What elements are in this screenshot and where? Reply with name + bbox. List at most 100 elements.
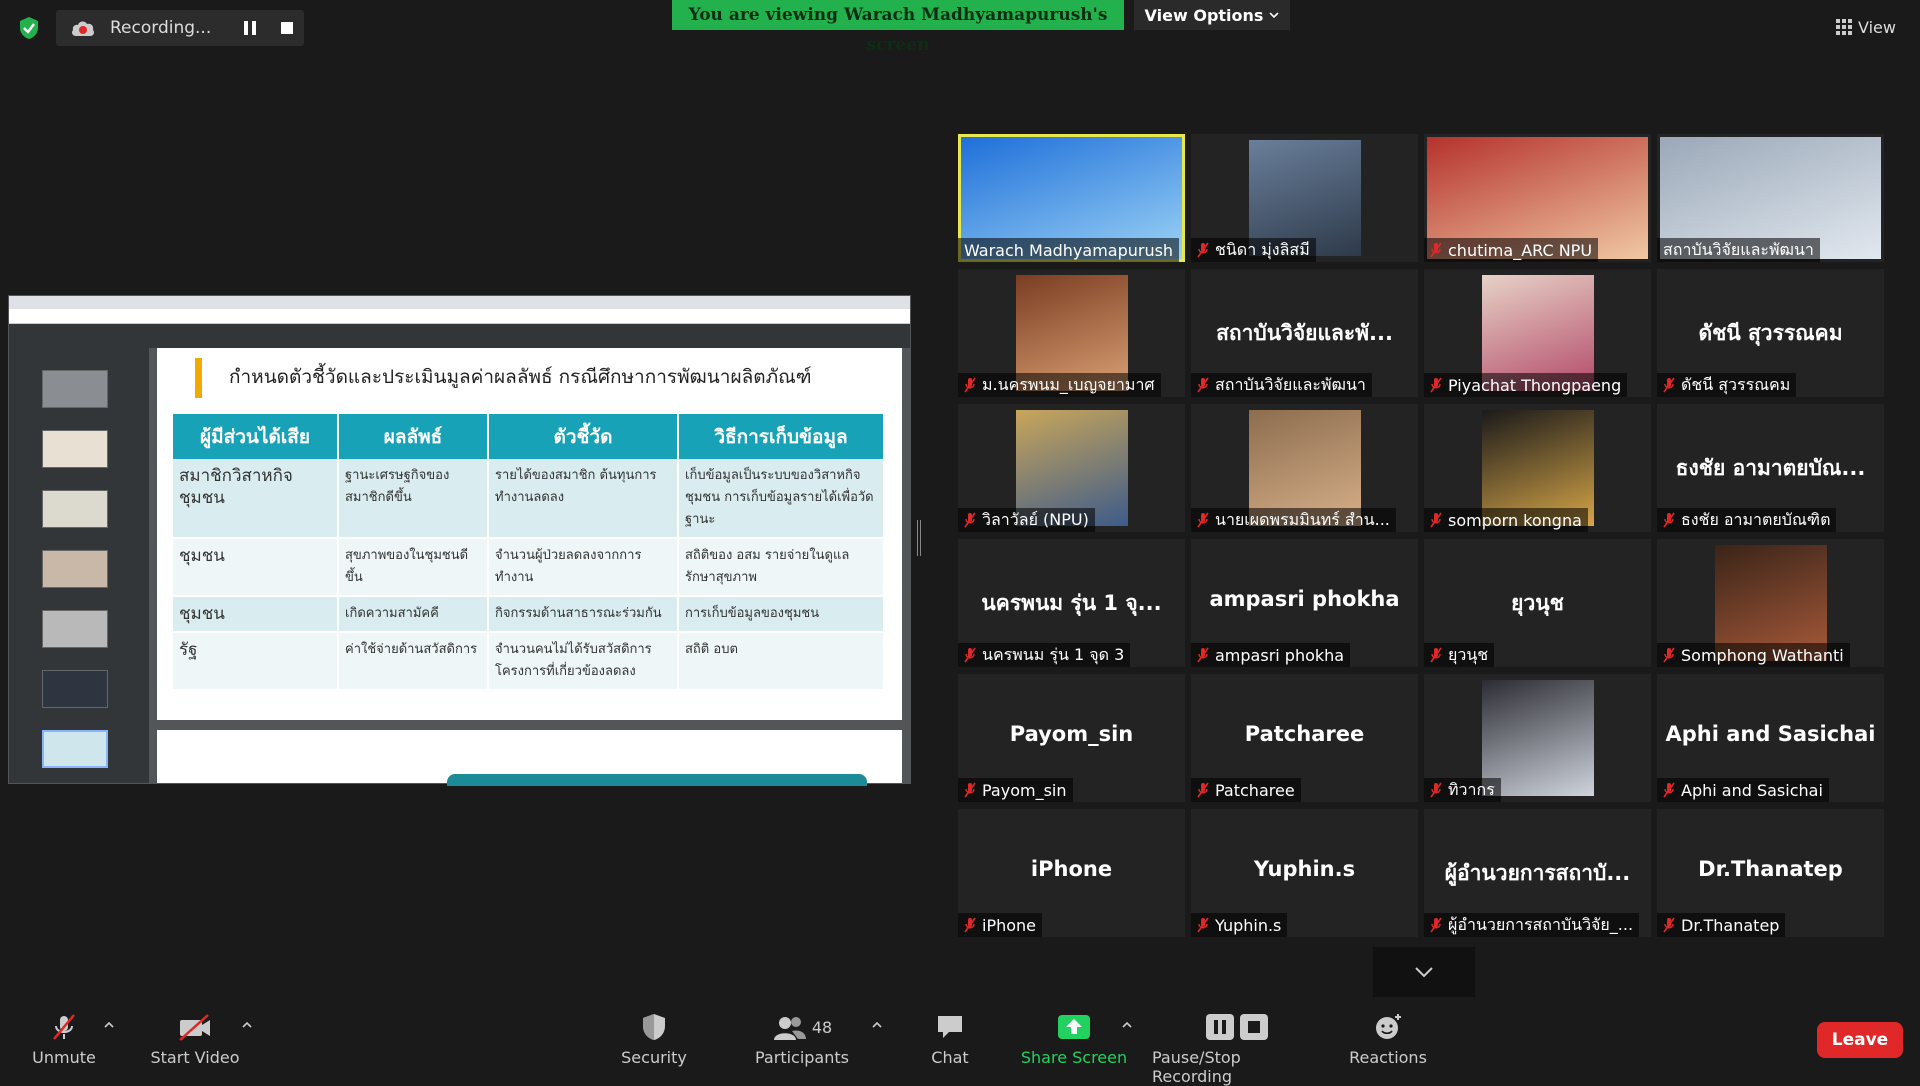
- chat-button[interactable]: Chat: [930, 1012, 970, 1072]
- share-screen-button[interactable]: Share Screen: [1020, 1012, 1128, 1072]
- chevron-down-icon: [1269, 12, 1280, 19]
- participant-tile[interactable]: ทิวากร: [1424, 674, 1651, 802]
- participant-tile[interactable]: ดัชนี สุวรรณคม ดัชนี สุวรรณคม: [1657, 269, 1884, 397]
- participant-tile[interactable]: ธงชัย อามาตยบัณ... ธงชัย อามาตยบัณฑิต: [1657, 404, 1884, 532]
- video-camera-off-icon: [179, 1014, 210, 1041]
- participant-gallery: Warach Madhyamapurush ชนิดา มุ่งลิสมี chut…: [958, 134, 1888, 939]
- participant-tile[interactable]: สถาบันวิจัยและพั... สถาบันวิจัยและพัฒนา: [1191, 269, 1418, 397]
- smiley-reaction-icon: [1376, 1014, 1401, 1039]
- slide-page: กำหนดตัวชี้วัดและประเมินมูลค่าผลลัพธ์ กร…: [157, 348, 902, 720]
- participant-tile[interactable]: Patcharee Patcharee: [1191, 674, 1418, 802]
- share-options-caret-icon[interactable]: [1122, 1020, 1132, 1030]
- participant-tile[interactable]: ม.นครพนม_เบญจยามาศ: [958, 269, 1185, 397]
- slide-table: ผู้มีส่วนได้เสีย ผลลัพธ์ ตัวชี้วัด วิธีก…: [173, 414, 885, 691]
- participants-button[interactable]: 48 Participants: [752, 1012, 852, 1072]
- participant-name: สถาบันวิจัยและพัฒนา: [1215, 374, 1366, 394]
- muted-microphone-icon: [1197, 782, 1209, 798]
- table-row: ชุมชน สุขภาพของในชุมชนดีขึ้น จำนวนผู้ป่ว…: [173, 538, 885, 597]
- participant-tile[interactable]: นายเผดพรมมินทร์ สำน...: [1191, 404, 1418, 532]
- participant-tile[interactable]: chutima_ARC NPU: [1424, 134, 1651, 262]
- participant-name-label: Payom_sin: [958, 778, 1073, 802]
- pause-recording-button[interactable]: [244, 21, 258, 35]
- participant-name: iPhone: [982, 915, 1037, 935]
- recording-indicator: Recording...: [56, 10, 304, 46]
- participant-tile[interactable]: Aphi and Sasichai Aphi and Sasichai: [1657, 674, 1884, 802]
- shared-screen: กำหนดตัวชี้วัดและประเมินมูลค่าผลลัพธ์ กร…: [8, 295, 911, 786]
- participant-tile[interactable]: สถาบันวิจัยและพัฒนา: [1657, 134, 1884, 262]
- meeting-top-bar: Recording... You are viewing Warach Madh…: [0, 0, 1920, 56]
- participant-tile[interactable]: วิลาวัลย์ (NPU): [958, 404, 1185, 532]
- participants-label: Participants: [755, 1048, 849, 1067]
- participant-tile[interactable]: ผู้อำนวยการสถาบั... ผู้อำนวยการสถาบันวิจั…: [1424, 809, 1651, 937]
- participant-tile[interactable]: ampasri phokha ampasri phokha: [1191, 539, 1418, 667]
- pause-stop-recording-label: Pause/Stop Recording: [1152, 1048, 1241, 1086]
- participant-name-label: นายเผดพรมมินทร์ สำน...: [1191, 508, 1396, 532]
- table-cell: จำนวนผู้ป่วยลดลงจากการทำงาน: [488, 538, 679, 597]
- participant-tile[interactable]: Piyachat Thongpaeng: [1424, 269, 1651, 397]
- participant-name: นครพนม รุ่น 1 จุด 3: [982, 644, 1125, 664]
- encryption-shield-icon[interactable]: [18, 16, 40, 40]
- table-header: วิธีการเก็บข้อมูล: [678, 414, 885, 459]
- gallery-next-page-button[interactable]: [1373, 947, 1475, 997]
- audio-options-caret-icon[interactable]: [104, 1020, 114, 1030]
- muted-microphone-icon: [964, 782, 976, 798]
- participant-tile[interactable]: Dr.Thanatep Dr.Thanatep: [1657, 809, 1884, 937]
- muted-microphone-icon: [1430, 782, 1442, 798]
- muted-microphone-icon: [1430, 917, 1442, 933]
- pdf-thumbnail: [42, 370, 108, 408]
- participant-tile[interactable]: นครพนม รุ่น 1 จุ... นครพนม รุ่น 1 จุด 3: [958, 539, 1185, 667]
- muted-microphone-icon: [1430, 647, 1442, 663]
- split-view-handle[interactable]: [917, 520, 921, 556]
- participant-display-name: ดัชนี สุวรรณคม: [1698, 321, 1843, 345]
- participant-tile[interactable]: ชนิดา มุ่งลิสมี: [1191, 134, 1418, 262]
- grid-icon: [1836, 19, 1852, 35]
- participants-options-caret-icon[interactable]: [872, 1020, 882, 1030]
- view-label: View: [1858, 17, 1896, 37]
- pause-stop-recording-button[interactable]: Pause/Stop Recording: [1152, 1012, 1322, 1086]
- leave-meeting-button[interactable]: Leave: [1817, 1022, 1903, 1058]
- table-header: ผลลัพธ์: [338, 414, 489, 459]
- participant-tile[interactable]: Payom_sin Payom_sin: [958, 674, 1185, 802]
- participant-tile[interactable]: Somphong Wathanti: [1657, 539, 1884, 667]
- participant-name: ampasri phokha: [1215, 645, 1345, 665]
- participant-display-name: สถาบันวิจัยและพั...: [1216, 321, 1393, 345]
- chat-bubble-icon: [938, 1016, 962, 1038]
- participant-name-label: ทิวากร: [1424, 778, 1501, 802]
- start-video-button[interactable]: Start Video: [150, 1012, 240, 1072]
- participant-tile[interactable]: Warach Madhyamapurush: [958, 134, 1185, 262]
- table-cell: สถิติ อบต: [678, 632, 885, 691]
- unmute-label: Unmute: [32, 1048, 96, 1067]
- participant-name: Somphong Wathanti: [1681, 645, 1844, 665]
- muted-microphone-icon: [1663, 512, 1675, 528]
- participant-tile[interactable]: somporn kongna: [1424, 404, 1651, 532]
- table-cell: ชุมชน: [173, 538, 339, 597]
- participant-tile[interactable]: Yuphin.s Yuphin.s: [1191, 809, 1418, 937]
- gallery-view-button[interactable]: View: [1836, 12, 1912, 42]
- participant-name: ดัชนี สุวรรณคม: [1681, 374, 1791, 394]
- unmute-button[interactable]: Unmute: [28, 1012, 100, 1072]
- participant-name: Patcharee: [1215, 780, 1295, 800]
- participant-name-label: ธงชัย อามาตยบัณฑิต: [1657, 508, 1837, 532]
- view-options-label: View Options: [1144, 5, 1264, 25]
- participant-tile[interactable]: iPhone iPhone: [958, 809, 1185, 937]
- table-row: สมาชิกวิสาหกิจชุมชน ฐานะเศรษฐกิจของสมาชิ…: [173, 459, 885, 539]
- muted-microphone-icon: [1430, 512, 1442, 528]
- share-screen-label: Share Screen: [1020, 1048, 1128, 1067]
- participant-tile[interactable]: ยุวนุช ยุวนุช: [1424, 539, 1651, 667]
- table-cell: เกิดความสามัคคี: [338, 596, 489, 633]
- participant-name: ม.นครพนม_เบญจยามาศ: [982, 374, 1155, 394]
- stop-recording-button[interactable]: [281, 22, 293, 34]
- video-options-caret-icon[interactable]: [242, 1020, 252, 1030]
- participant-name: somporn kongna: [1448, 510, 1582, 530]
- pdf-thumbnail: [42, 550, 108, 588]
- participant-name-label: ยุวนุช: [1424, 643, 1495, 667]
- table-cell: ฐานะเศรษฐกิจของสมาชิกดีขึ้น: [338, 459, 489, 539]
- view-options-button[interactable]: View Options: [1134, 0, 1290, 30]
- participant-display-name: ampasri phokha: [1209, 587, 1400, 611]
- muted-microphone-icon: [964, 647, 976, 663]
- reactions-button[interactable]: Reactions: [1348, 1012, 1428, 1072]
- security-button[interactable]: Security: [616, 1012, 692, 1072]
- participant-name: ผู้อำนวยการสถาบันวิจัย_...: [1448, 914, 1634, 934]
- participant-name-label: ผู้อำนวยการสถาบันวิจัย_...: [1424, 913, 1640, 937]
- muted-microphone-icon: [1197, 647, 1209, 663]
